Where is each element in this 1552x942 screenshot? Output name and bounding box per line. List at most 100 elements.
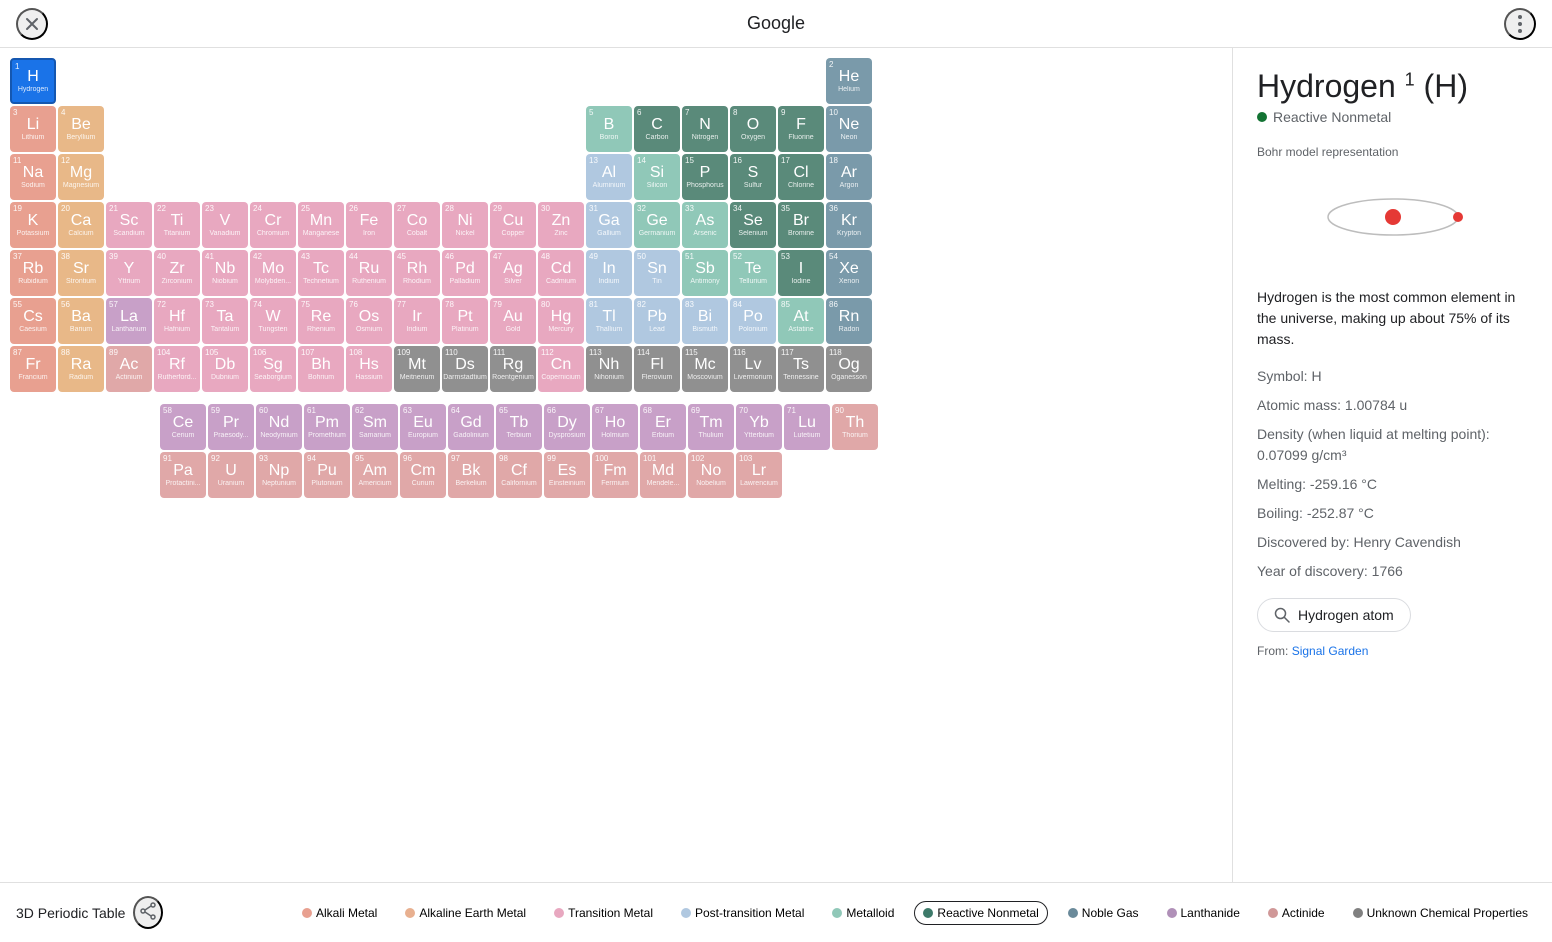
element-nd[interactable]: 60NdNeodymium — [256, 404, 302, 450]
element-hs[interactable]: 108HsHassium — [346, 346, 392, 392]
element-cm[interactable]: 96CmCurium — [400, 452, 446, 498]
element-he[interactable]: 2HeHelium — [826, 58, 872, 104]
legend-item-actinide[interactable]: Actinide — [1260, 902, 1333, 924]
element-ge[interactable]: 32GeGermanium — [634, 202, 680, 248]
element-db[interactable]: 105DbDubnium — [202, 346, 248, 392]
element-ts[interactable]: 117TsTennessine — [778, 346, 824, 392]
element-pa[interactable]: 91PaProtactini... — [160, 452, 206, 498]
element-te[interactable]: 52TeTellurium — [730, 250, 776, 296]
element-rf[interactable]: 104RfRutherford... — [154, 346, 200, 392]
element-cr[interactable]: 24CrChromium — [250, 202, 296, 248]
element-sr[interactable]: 38SrStrontium — [58, 250, 104, 296]
element-ne[interactable]: 10NeNeon — [826, 106, 872, 152]
search-button[interactable]: Hydrogen atom — [1257, 598, 1411, 632]
element-fl[interactable]: 114FlFlerovium — [634, 346, 680, 392]
element-pu[interactable]: 94PuPlutonium — [304, 452, 350, 498]
element-sc[interactable]: 21ScScandium — [106, 202, 152, 248]
element-fm[interactable]: 100FmFermium — [592, 452, 638, 498]
element-mg[interactable]: 12MgMagnesium — [58, 154, 104, 200]
element-ce[interactable]: 58CeCerium — [160, 404, 206, 450]
element-ar[interactable]: 18ArArgon — [826, 154, 872, 200]
element-rb[interactable]: 37RbRubidium — [10, 250, 56, 296]
element-bk[interactable]: 97BkBerkelium — [448, 452, 494, 498]
element-ra[interactable]: 88RaRadium — [58, 346, 104, 392]
element-i[interactable]: 53IIodine — [778, 250, 824, 296]
element-re[interactable]: 75ReRhenium — [298, 298, 344, 344]
element-br[interactable]: 35BrBromine — [778, 202, 824, 248]
element-sn[interactable]: 50SnTin — [634, 250, 680, 296]
element-ca[interactable]: 20CaCalcium — [58, 202, 104, 248]
element-ga[interactable]: 31GaGallium — [586, 202, 632, 248]
element-og[interactable]: 118OgOganesson — [826, 346, 872, 392]
element-pt[interactable]: 78PtPlatinum — [442, 298, 488, 344]
legend-item-post[interactable]: Post-transition Metal — [673, 902, 812, 924]
element-kr[interactable]: 36KrKrypton — [826, 202, 872, 248]
legend-item-lanthanide[interactable]: Lanthanide — [1159, 902, 1248, 924]
element-np[interactable]: 93NpNeptunium — [256, 452, 302, 498]
element-c[interactable]: 6CCarbon — [634, 106, 680, 152]
element-cn[interactable]: 112CnCopernicium — [538, 346, 584, 392]
element-zn[interactable]: 30ZnZinc — [538, 202, 584, 248]
element-hf[interactable]: 72HfHafnium — [154, 298, 200, 344]
element-au[interactable]: 79AuGold — [490, 298, 536, 344]
element-er[interactable]: 68ErErbium — [640, 404, 686, 450]
element-v[interactable]: 23VVanadium — [202, 202, 248, 248]
element-sb[interactable]: 51SbAntimony — [682, 250, 728, 296]
element-sg[interactable]: 106SgSeaborgium — [250, 346, 296, 392]
element-mc[interactable]: 115McMoscovium — [682, 346, 728, 392]
share-button[interactable] — [133, 896, 163, 929]
element-ti[interactable]: 22TiTitanium — [154, 202, 200, 248]
element-o[interactable]: 8OOxygen — [730, 106, 776, 152]
element-am[interactable]: 95AmAmericium — [352, 452, 398, 498]
legend-item-metalloid[interactable]: Metalloid — [824, 902, 902, 924]
element-mn[interactable]: 25MnManganese — [298, 202, 344, 248]
element-rg[interactable]: 111RgRoentgenium — [490, 346, 536, 392]
element-fe[interactable]: 26FeIron — [346, 202, 392, 248]
element-cd[interactable]: 48CdCadmium — [538, 250, 584, 296]
element-dy[interactable]: 66DyDysprosium — [544, 404, 590, 450]
element-th[interactable]: 90ThThorium — [832, 404, 878, 450]
element-fr[interactable]: 87FrFrancium — [10, 346, 56, 392]
element-be[interactable]: 4BeBeryllium — [58, 106, 104, 152]
element-hg[interactable]: 80HgMercury — [538, 298, 584, 344]
element-ba[interactable]: 56BaBarium — [58, 298, 104, 344]
element-mo[interactable]: 42MoMolybden... — [250, 250, 296, 296]
element-ni[interactable]: 28NiNickel — [442, 202, 488, 248]
element-rh[interactable]: 45RhRhodium — [394, 250, 440, 296]
element-ir[interactable]: 77IrIridium — [394, 298, 440, 344]
element-y[interactable]: 39YYttrium — [106, 250, 152, 296]
element-in[interactable]: 49InIndium — [586, 250, 632, 296]
close-button[interactable] — [16, 8, 48, 40]
more-button[interactable] — [1504, 8, 1536, 40]
element-cf[interactable]: 98CfCalifornium — [496, 452, 542, 498]
element-gd[interactable]: 64GdGadolinium — [448, 404, 494, 450]
element-na[interactable]: 11NaSodium — [10, 154, 56, 200]
element-se[interactable]: 34SeSelenium — [730, 202, 776, 248]
element-os[interactable]: 76OsOsmium — [346, 298, 392, 344]
element-xe[interactable]: 54XeXenon — [826, 250, 872, 296]
element-cs[interactable]: 55CsCaesium — [10, 298, 56, 344]
element-tc[interactable]: 43TcTechnetium — [298, 250, 344, 296]
element-ta[interactable]: 73TaTantalum — [202, 298, 248, 344]
element-rn[interactable]: 86RnRadon — [826, 298, 872, 344]
element-w[interactable]: 74WTungsten — [250, 298, 296, 344]
element-ru[interactable]: 44RuRuthenium — [346, 250, 392, 296]
element-k[interactable]: 19KPotassium — [10, 202, 56, 248]
legend-item-noble[interactable]: Noble Gas — [1060, 902, 1147, 924]
element-tb[interactable]: 65TbTerbium — [496, 404, 542, 450]
element-po[interactable]: 84PoPolonium — [730, 298, 776, 344]
element-al[interactable]: 13AlAluminium — [586, 154, 632, 200]
element-sm[interactable]: 62SmSamarium — [352, 404, 398, 450]
element-pr[interactable]: 59PrPraesody... — [208, 404, 254, 450]
element-zr[interactable]: 40ZrZirconium — [154, 250, 200, 296]
element-nh[interactable]: 113NhNihonium — [586, 346, 632, 392]
element-s[interactable]: 16SSulfur — [730, 154, 776, 200]
element-li[interactable]: 3LiLithium — [10, 106, 56, 152]
element-bi[interactable]: 83BiBismuth — [682, 298, 728, 344]
element-n[interactable]: 7NNitrogen — [682, 106, 728, 152]
legend-item-reactive[interactable]: Reactive Nonmetal — [914, 901, 1047, 925]
element-lr[interactable]: 103LrLawrencium — [736, 452, 782, 498]
element-nb[interactable]: 41NbNiobium — [202, 250, 248, 296]
element-ho[interactable]: 67HoHolmium — [592, 404, 638, 450]
element-h[interactable]: 1HHydrogen — [10, 58, 56, 104]
